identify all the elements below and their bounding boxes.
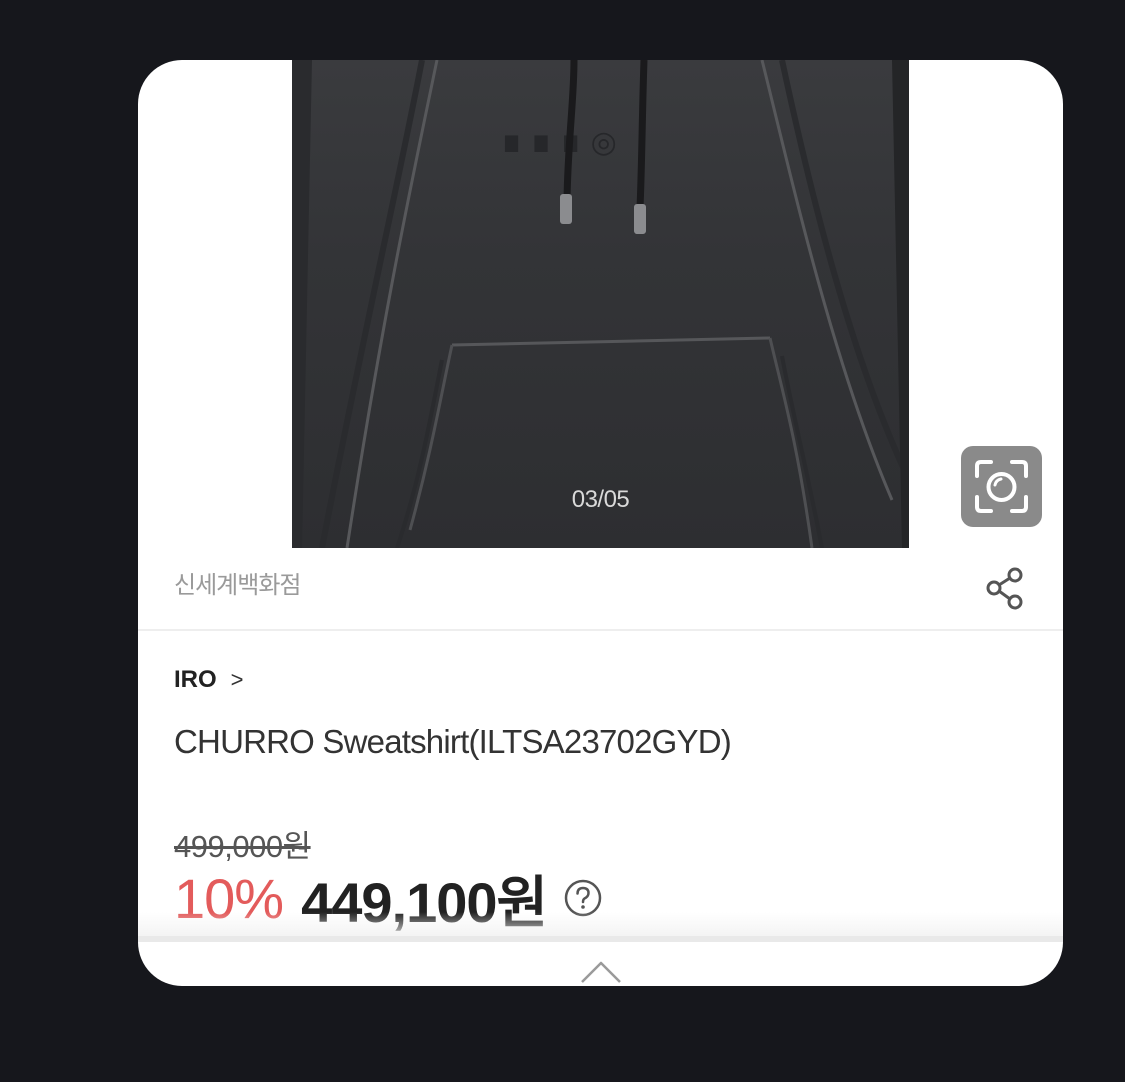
brand-name: IRO	[174, 666, 217, 693]
chevron-up-icon[interactable]	[579, 958, 623, 984]
svg-text:∎ ∎ ∎ ◎: ∎ ∎ ∎ ◎	[502, 125, 617, 160]
section-divider	[138, 629, 1063, 631]
image-search-button[interactable]	[961, 446, 1042, 527]
product-title: CHURRO Sweatshirt(ILTSA23702GYD)	[174, 723, 732, 760]
product-image[interactable]: ∎ ∎ ∎ ◎ 03/05	[292, 60, 909, 548]
seller-name[interactable]: 신세계백화점	[174, 565, 301, 600]
bottom-sheet-edge	[138, 936, 1063, 942]
chevron-right-icon: >	[230, 667, 244, 692]
hoodie-photo-graphic: ∎ ∎ ∎ ◎	[292, 60, 909, 548]
brand-link[interactable]: IRO >	[174, 666, 244, 694]
share-icon	[986, 567, 1023, 610]
camera-scan-icon	[975, 460, 1028, 513]
share-button[interactable]	[980, 564, 1030, 614]
image-counter: 03/05	[571, 486, 630, 513]
original-price: 499,000원	[174, 829, 311, 864]
product-card: ∎ ∎ ∎ ◎ 03/05 신세계백화점 IRO > CHURRO Sweats…	[138, 60, 1063, 986]
